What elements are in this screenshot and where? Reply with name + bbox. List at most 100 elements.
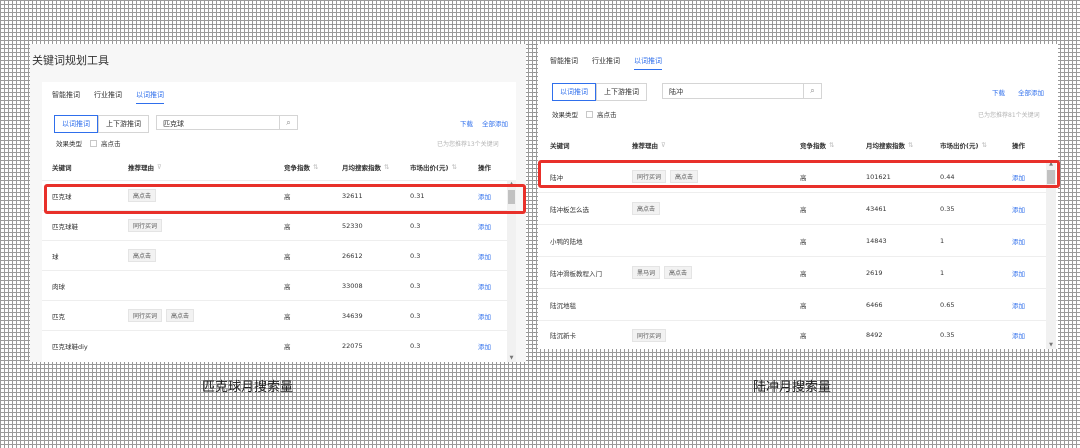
reason-tag: 同行买词 — [128, 309, 163, 322]
header-action: 操作 — [1012, 142, 1025, 150]
right-mode-switch: 以词推词 上下游推词 — [552, 83, 647, 101]
reason-tag: 同行买词 — [128, 219, 163, 232]
sort-icon: ⇅ — [384, 163, 390, 171]
row-keyword: 匹克球鞋 — [52, 222, 78, 231]
search-icon[interactable]: ⌕ — [279, 116, 297, 129]
row-bid: 0.3 — [410, 281, 421, 290]
table-header: 关键词 推荐理由 ⊽ 竞争指数 ⇅ 月均搜索指数 ⇅ 市场出价(元) ⇅ 操作 — [42, 154, 516, 180]
reason-tag: 高点击 — [166, 309, 195, 322]
left-mode-switch: 以词推词 上下游推词 — [54, 115, 149, 133]
tab-smart[interactable]: 智能推词 — [52, 90, 80, 104]
header-monthly[interactable]: 月均搜索指数 ⇅ — [866, 130, 913, 160]
table-row: 匹克球鞋 同行买词 高 52330 0.3 添加 — [42, 210, 516, 240]
row-reason: 高点击 — [632, 193, 664, 224]
effect-checkbox[interactable] — [90, 139, 97, 147]
row-monthly: 8492 — [866, 331, 883, 339]
scroll-down-icon[interactable]: ▼ — [1046, 342, 1056, 348]
row-keyword: 匹克 — [52, 312, 65, 321]
header-bid[interactable]: 市场出价(元) ⇅ — [410, 154, 457, 180]
row-keyword: 肉球 — [52, 282, 65, 291]
right-scrollbar[interactable]: ▲ ▼ — [1046, 160, 1056, 349]
add-button[interactable]: 添加 — [478, 211, 491, 240]
mode-word-button[interactable]: 以词推词 — [54, 115, 98, 133]
sort-icon: ⇅ — [451, 163, 457, 171]
grid-line — [0, 24, 1080, 25]
reason-tag: 高点击 — [664, 266, 693, 279]
table-row: 陆冲滑板教程入门 黑马词 高点击 高 2619 1 添加 — [538, 256, 1058, 288]
effect-option: 高点击 — [101, 140, 121, 148]
header-bid[interactable]: 市场出价(元) ⇅ — [940, 130, 987, 160]
table-row: 球 高点击 高 26612 0.3 添加 — [42, 240, 516, 270]
tab-smart[interactable]: 智能推词 — [550, 56, 578, 70]
right-tabs: 智能推词 行业推词 以词推词 — [550, 56, 676, 70]
download-link[interactable]: 下载 — [460, 118, 473, 128]
header-reason: 推荐理由 ⊽ — [128, 163, 162, 172]
search-value: 匹克球 — [163, 120, 184, 128]
add-button[interactable]: 添加 — [1012, 321, 1025, 349]
row-keyword: 匹克球鞋diy — [52, 342, 88, 351]
scroll-down-icon[interactable]: ▼ — [507, 355, 516, 361]
right-caption: 陆冲月搜索量 — [753, 380, 832, 395]
add-button[interactable]: 添加 — [1012, 257, 1025, 288]
row-bid: 0.35 — [940, 331, 955, 339]
tab-industry[interactable]: 行业推词 — [94, 90, 122, 104]
add-button[interactable]: 添加 — [478, 271, 491, 300]
add-button[interactable]: 添加 — [478, 241, 491, 270]
left-effect-filter: 效果类型 高点击 — [56, 138, 121, 148]
add-all-link[interactable]: 全部添加 — [482, 118, 508, 128]
table-row: 小鸭的陆地 高 14843 1 添加 — [538, 224, 1058, 256]
tab-word[interactable]: 以词推词 — [634, 56, 662, 70]
row-bid: 1 — [940, 268, 945, 277]
add-all-link[interactable]: 全部添加 — [1018, 87, 1044, 97]
tab-word[interactable]: 以词推词 — [136, 90, 164, 104]
row-monthly: 2619 — [866, 268, 883, 277]
row-monthly: 26612 — [342, 251, 363, 260]
left-search-input[interactable]: 匹克球 ⌕ — [156, 115, 298, 130]
recommend-note: 已为您推荐81个关键词 — [978, 112, 1040, 119]
row-bid: 0.3 — [410, 221, 421, 230]
row-reason: 同行买词 高点击 — [128, 301, 198, 330]
row-keyword: 陆沉地毯 — [550, 301, 576, 310]
search-value: 陆冲 — [669, 88, 683, 96]
row-bid: 0.3 — [410, 251, 421, 260]
table-header: 关键词 推荐理由 ⊽ 竞争指数 ⇅ 月均搜索指数 ⇅ 市场出价(元) ⇅ 操作 — [538, 130, 1058, 160]
row-monthly: 34639 — [342, 311, 363, 320]
row-competition: 高 — [284, 282, 291, 291]
left-content: 智能推词 行业推词 以词推词 以词推词 上下游推词 匹克球 ⌕ 下载 全部添加 … — [42, 82, 516, 362]
left-highlight-box — [44, 184, 526, 214]
header-monthly[interactable]: 月均搜索指数 ⇅ — [342, 154, 389, 180]
table-row: 陆沉地毯 高 6466 0.65 添加 — [538, 288, 1058, 320]
row-monthly: 33008 — [342, 281, 363, 290]
add-button[interactable]: 添加 — [478, 301, 491, 330]
add-button[interactable]: 添加 — [1012, 289, 1025, 320]
header-keyword: 关键词 — [550, 142, 570, 150]
mode-updown-button[interactable]: 上下游推词 — [596, 83, 647, 101]
add-button[interactable]: 添加 — [1012, 225, 1025, 256]
effect-checkbox[interactable] — [586, 110, 593, 118]
left-tabs: 智能推词 行业推词 以词推词 — [52, 90, 178, 104]
row-competition: 高 — [800, 205, 807, 214]
tab-industry[interactable]: 行业推词 — [592, 56, 620, 70]
table-row: 匹克球鞋diy 高 22075 0.3 添加 — [42, 330, 516, 360]
right-search-input[interactable]: 陆冲 ⌕ — [662, 83, 822, 99]
filter-icon: ⊽ — [661, 141, 666, 149]
row-competition: 高 — [800, 237, 807, 246]
search-icon[interactable]: ⌕ — [803, 84, 821, 98]
mode-word-button[interactable]: 以词推词 — [552, 83, 596, 101]
row-competition: 高 — [284, 252, 291, 261]
mode-updown-button[interactable]: 上下游推词 — [98, 115, 149, 133]
row-competition: 高 — [800, 332, 807, 340]
grid-line — [534, 0, 535, 448]
sort-icon: ⇅ — [829, 141, 835, 149]
header-competition[interactable]: 竞争指数 ⇅ — [284, 154, 318, 180]
row-monthly: 6466 — [866, 300, 883, 309]
add-button[interactable]: 添加 — [478, 331, 491, 360]
table-row: 陆冲板怎么选 高点击 高 43461 0.35 添加 — [538, 192, 1058, 224]
header-competition[interactable]: 竞争指数 ⇅ — [800, 130, 834, 160]
download-link[interactable]: 下载 — [992, 87, 1005, 97]
reason-tag: 同行买词 — [632, 328, 667, 342]
add-button[interactable]: 添加 — [1012, 193, 1025, 224]
row-bid: 0.35 — [940, 204, 955, 213]
table-row: 匹克 同行买词 高点击 高 34639 0.3 添加 — [42, 300, 516, 330]
right-effect-filter: 效果类型 高点击 — [552, 109, 617, 119]
